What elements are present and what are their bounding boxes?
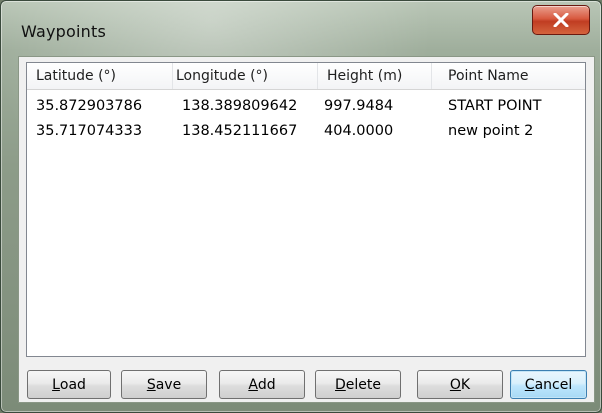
list-item[interactable]: 35.717074333 138.452111667 404.0000 new … xyxy=(27,119,585,144)
save-label: ave xyxy=(155,376,182,393)
load-label: oad xyxy=(59,376,86,393)
cell-latitude: 35.717074333 xyxy=(36,123,143,139)
cell-point-name: START POINT xyxy=(448,98,542,114)
ok-label: K xyxy=(460,376,471,393)
cell-longitude: 138.452111667 xyxy=(182,123,298,139)
ok-mnemonic: O xyxy=(449,376,461,393)
column-header-latitude[interactable]: Latitude (°) xyxy=(36,63,116,90)
save-button[interactable]: Save xyxy=(121,370,207,399)
waypoints-dialog: Waypoints Latitude (°) Longitude (°) Hei… xyxy=(0,0,602,413)
add-mnemonic: A xyxy=(248,376,258,393)
delete-mnemonic: D xyxy=(335,376,346,393)
delete-label: elete xyxy=(345,376,381,393)
cancel-mnemonic: C xyxy=(524,376,535,393)
cell-longitude: 138.389809642 xyxy=(182,98,298,114)
cell-latitude: 35.872903786 xyxy=(36,98,143,114)
list-header: Latitude (°) Longitude (°) Height (m) Po… xyxy=(27,63,585,90)
column-header-point-name[interactable]: Point Name xyxy=(448,63,529,90)
dialog-body: Latitude (°) Longitude (°) Height (m) Po… xyxy=(18,56,595,403)
cancel-button[interactable]: Cancel xyxy=(510,370,587,399)
load-button[interactable]: Load xyxy=(27,370,111,399)
delete-button[interactable]: Delete xyxy=(315,370,401,399)
window-title: Waypoints xyxy=(21,22,107,41)
close-icon xyxy=(553,13,569,27)
cell-height: 997.9484 xyxy=(324,98,394,114)
list-item[interactable]: 35.872903786 138.389809642 997.9484 STAR… xyxy=(27,94,585,119)
add-label: dd xyxy=(257,376,276,393)
cancel-label: ancel xyxy=(534,376,573,393)
cell-point-name: new point 2 xyxy=(448,123,534,139)
close-button[interactable] xyxy=(532,5,590,35)
cell-height: 404.0000 xyxy=(324,123,394,139)
load-mnemonic: L xyxy=(52,376,60,393)
column-divider[interactable] xyxy=(431,63,432,89)
waypoint-list[interactable]: Latitude (°) Longitude (°) Height (m) Po… xyxy=(26,62,586,357)
ok-button[interactable]: OK xyxy=(417,370,503,399)
column-divider[interactable] xyxy=(317,63,318,89)
column-header-longitude[interactable]: Longitude (°) xyxy=(176,63,268,90)
column-header-height[interactable]: Height (m) xyxy=(327,63,402,90)
column-divider[interactable] xyxy=(172,63,173,89)
save-mnemonic: S xyxy=(146,376,156,393)
add-button[interactable]: Add xyxy=(219,370,305,399)
